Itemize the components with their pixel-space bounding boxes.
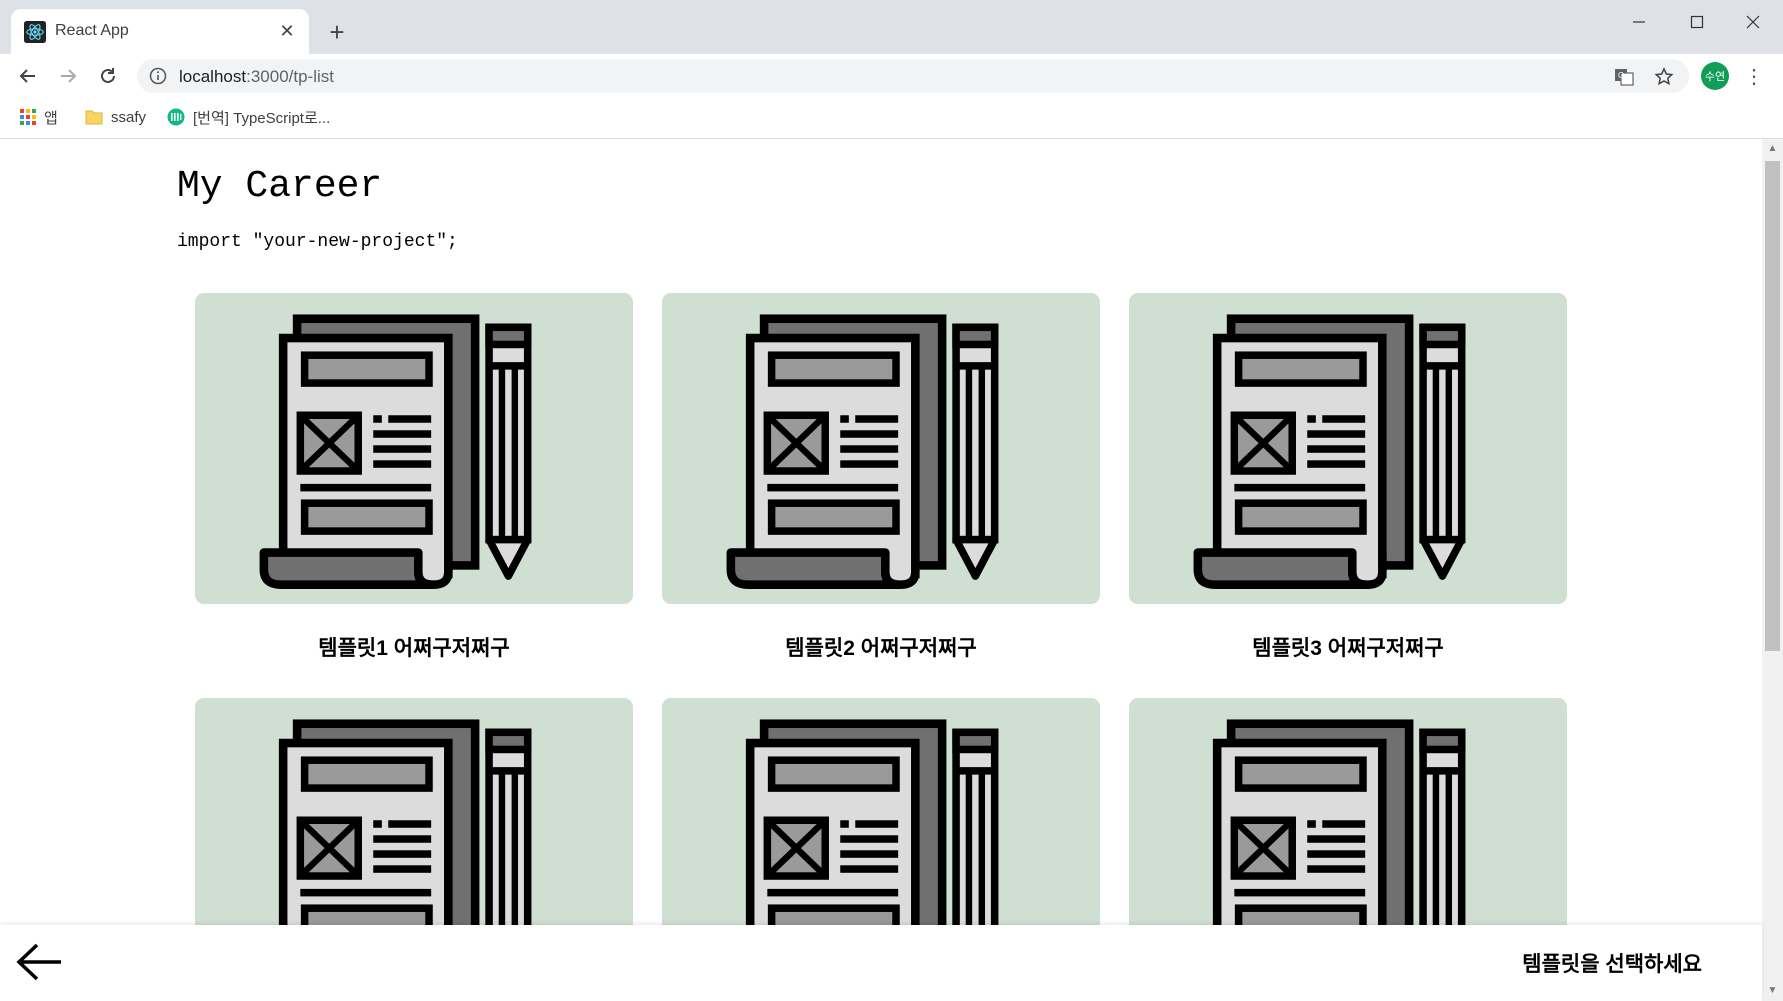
bookmark-label: ssafy xyxy=(111,108,147,126)
card-image[interactable] xyxy=(1129,293,1567,604)
react-logo-icon xyxy=(24,21,46,43)
browser-tabstrip: React App ✕ + xyxy=(0,0,1783,54)
page-title: My Career xyxy=(177,165,383,208)
document-pencil-icon xyxy=(662,293,1100,604)
browser-toolbar: localhost:3000/tp-list G 수연 ⋮ xyxy=(0,54,1783,98)
page-viewport: My Career import "your-new-project"; 템플릿… xyxy=(0,139,1762,1001)
browser-tab[interactable]: React App ✕ xyxy=(11,9,309,54)
page-scrollbar[interactable]: ▲ ▼ xyxy=(1762,139,1783,1001)
page-subtitle: import "your-new-project"; xyxy=(177,232,458,252)
site-info-icon[interactable] xyxy=(149,67,167,85)
template-card-2[interactable]: 템플릿2 어쩌구저쩌구 xyxy=(662,293,1100,662)
card-label[interactable]: 템플릿1 어쩌구저쩌구 xyxy=(195,632,633,662)
bookmark-label: [번역] TypeScript로... xyxy=(193,109,331,127)
forward-nav-icon[interactable] xyxy=(52,60,84,92)
maximize-window-icon[interactable] xyxy=(1669,6,1725,38)
bookmark-typescript[interactable]: [번역] TypeScript로... xyxy=(167,106,330,128)
svg-text:G: G xyxy=(1618,71,1624,80)
apps-grid-icon xyxy=(20,109,36,125)
profile-avatar[interactable]: 수연 xyxy=(1701,62,1729,90)
card-label[interactable]: 템플릿2 어쩌구저쩌구 xyxy=(662,632,1100,662)
address-bar[interactable]: localhost:3000/tp-list G xyxy=(137,59,1689,93)
scroll-thumb[interactable] xyxy=(1765,161,1780,651)
browser-menu-icon[interactable]: ⋮ xyxy=(1744,62,1764,90)
template-card-1[interactable]: 템플릿1 어쩌구저쩌구 xyxy=(195,293,633,662)
bottom-bar: 템플릿을 선택하세요 xyxy=(0,925,1762,1001)
document-pencil-icon xyxy=(1129,293,1567,604)
new-tab-button[interactable]: + xyxy=(322,19,352,49)
back-nav-icon[interactable] xyxy=(12,60,44,92)
card-image[interactable] xyxy=(195,293,633,604)
bookmark-star-icon[interactable] xyxy=(1652,65,1676,89)
scroll-up-arrow-icon[interactable]: ▲ xyxy=(1762,143,1783,157)
minimize-window-icon[interactable] xyxy=(1611,6,1667,38)
folder-icon xyxy=(85,110,103,125)
bookmark-apps[interactable]: 앱 xyxy=(20,106,58,128)
reload-icon[interactable] xyxy=(92,60,124,92)
bookmarks-bar: 앱 ssafy [번역] TypeScript로... xyxy=(0,98,1783,139)
scroll-down-arrow-icon[interactable]: ▼ xyxy=(1762,985,1783,999)
document-pencil-icon xyxy=(195,293,633,604)
back-arrow-icon[interactable] xyxy=(15,942,63,982)
tab-close-icon[interactable]: ✕ xyxy=(275,19,299,43)
card-label[interactable]: 템플릿3 어쩌구저쩌구 xyxy=(1129,632,1567,662)
site-favicon-icon xyxy=(167,108,185,126)
close-window-icon[interactable] xyxy=(1725,6,1781,38)
card-image[interactable] xyxy=(662,293,1100,604)
bookmark-label: 앱 xyxy=(44,109,58,127)
translate-icon[interactable]: G xyxy=(1612,65,1636,89)
tab-title: React App xyxy=(55,22,129,39)
url-text: localhost:3000/tp-list xyxy=(179,67,334,86)
template-card-3[interactable]: 템플릿3 어쩌구저쩌구 xyxy=(1129,293,1567,662)
bookmark-ssafy[interactable]: ssafy xyxy=(85,106,146,128)
bottom-message: 템플릿을 선택하세요 xyxy=(1522,953,1702,976)
